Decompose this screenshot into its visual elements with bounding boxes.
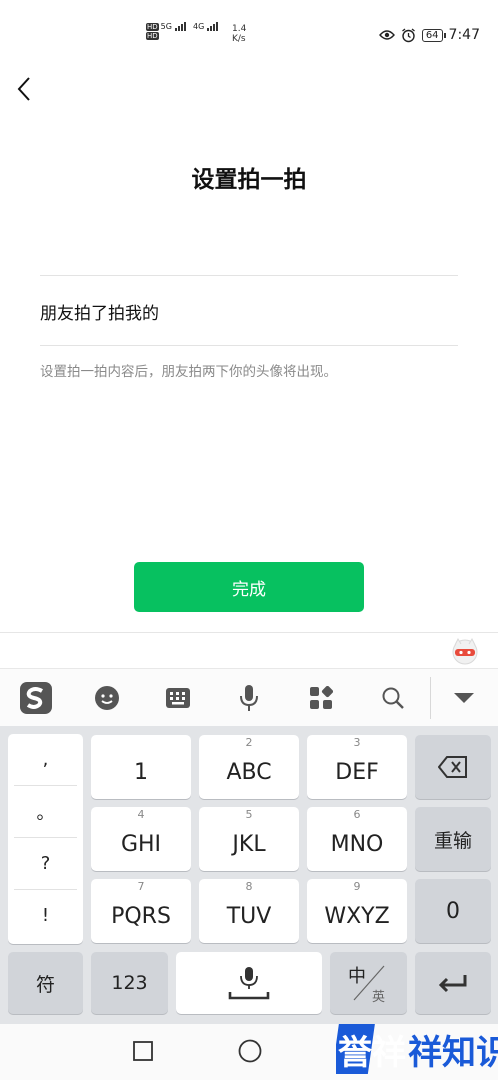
svg-text:祥知识: 祥知识: [408, 1033, 498, 1073]
key-label: PQRS: [111, 903, 171, 929]
zero-label: 0: [446, 898, 460, 924]
reenter-label: 重输: [433, 829, 472, 852]
hint-text: 设置拍一拍内容后，朋友拍两下你的头像将出现。: [40, 364, 337, 380]
key-7-pqrs[interactable]: 7 PQRS: [91, 879, 191, 943]
punct-key-comma[interactable]: ,: [8, 734, 83, 785]
key-label: ABC: [226, 759, 272, 785]
key-9-wxyz[interactable]: 9 WXYZ: [307, 879, 407, 943]
key-8-tuv[interactable]: 8 TUV: [199, 879, 299, 943]
input-bottom-divider: [40, 345, 458, 346]
number-switch-label: 123: [111, 972, 148, 994]
sogou-logo-icon: [20, 682, 52, 714]
key-num: 6: [353, 808, 361, 821]
square-nav-icon: [133, 1041, 153, 1061]
reenter-key[interactable]: 重输: [415, 807, 491, 871]
apps-button[interactable]: [296, 669, 346, 727]
key-num: 7: [137, 880, 145, 893]
number-switch-key[interactable]: 123: [91, 952, 168, 1014]
eye-icon: [378, 30, 395, 40]
keyboard-switch-button[interactable]: [153, 669, 203, 727]
symbol-key[interactable]: 符: [8, 952, 83, 1014]
punctuation-column: , 。 ? !: [8, 734, 83, 944]
key-5-jkl[interactable]: 5 JKL: [199, 807, 299, 871]
home-button[interactable]: [236, 1037, 264, 1065]
toolbar-divider: [430, 677, 431, 719]
key-num: 3: [353, 736, 361, 749]
collapse-keyboard-button[interactable]: [439, 669, 489, 727]
back-icon: [17, 77, 30, 101]
status-right: 64 7:47: [378, 27, 480, 43]
done-label: 完成: [232, 579, 266, 600]
key-6-mno[interactable]: 6 MNO: [307, 807, 407, 871]
search-button[interactable]: [368, 669, 418, 727]
key-label: JKL: [232, 831, 266, 857]
key-label: GHI: [120, 831, 162, 857]
key-0[interactable]: 0: [415, 879, 491, 943]
language-switch-key[interactable]: 中 英: [330, 952, 407, 1014]
punct-key-period[interactable]: 。: [8, 786, 83, 837]
keyboard: , 。 ? ! 1 2 ABC 3 DEF 4 GHI 5 JKL 6 MNO …: [0, 726, 498, 1024]
circle-nav-icon: [238, 1039, 262, 1063]
search-icon: [382, 687, 404, 709]
space-key[interactable]: [176, 952, 322, 1014]
sogou-logo-button[interactable]: [11, 669, 61, 727]
recent-apps-button[interactable]: [130, 1038, 156, 1064]
symbol-label: 符: [35, 973, 55, 996]
mic-icon: [240, 685, 258, 711]
network-speed: 1.4 K/s: [232, 24, 247, 44]
key-label: MNO: [330, 831, 384, 857]
keyboard-top-strip: [0, 632, 498, 669]
back-button[interactable]: [14, 74, 38, 104]
pat-text-input[interactable]: 朋友拍了拍我的: [40, 276, 458, 346]
key-2-abc[interactable]: 2 ABC: [199, 735, 299, 799]
watermark-logo: 誉祥 祥知识: [331, 1024, 498, 1074]
mascot-icon[interactable]: [450, 637, 480, 665]
battery-indicator: 64: [421, 28, 446, 42]
status-bar: HD 5G 4G HD 1.4 K/s 64 7:47: [0, 0, 498, 60]
punct-key-exclaim[interactable]: !: [8, 890, 83, 941]
key-label: TUV: [226, 903, 272, 929]
alarm-icon: [401, 27, 415, 42]
key-4-ghi[interactable]: 4 GHI: [91, 807, 191, 871]
space-mic-icon: [228, 967, 270, 1000]
key-label: 1: [134, 759, 148, 785]
enter-key[interactable]: [415, 952, 491, 1014]
key-num: 9: [353, 880, 361, 893]
emoji-button[interactable]: [82, 669, 132, 727]
enter-icon: [438, 975, 467, 993]
key-num: 2: [245, 736, 253, 749]
emoji-icon: [95, 686, 119, 710]
done-button[interactable]: 完成: [134, 562, 364, 612]
clock: 7:47: [448, 27, 480, 43]
svg-text:誉祥: 誉祥: [338, 1033, 406, 1073]
grid-icon: [310, 686, 333, 709]
backspace-icon: [438, 756, 467, 778]
voice-button[interactable]: [224, 669, 274, 727]
key-num: 8: [245, 880, 253, 893]
key-3-def[interactable]: 3 DEF: [307, 735, 407, 799]
input-value: 朋友拍了拍我的: [40, 303, 159, 324]
keyboard-toolbar: [0, 668, 498, 727]
key-num: 4: [137, 808, 145, 821]
watermark: 誉祥 祥知识: [331, 1016, 498, 1080]
lang-slash-icon: [353, 965, 385, 1001]
lang-en-label: 英: [372, 990, 386, 1005]
page-title: 设置拍一拍: [191, 167, 307, 193]
key-1[interactable]: 1: [91, 735, 191, 799]
key-num: 5: [245, 808, 253, 821]
key-label: WXYZ: [324, 903, 390, 929]
network-indicator: HD 5G 4G HD: [146, 22, 219, 40]
key-label: DEF: [335, 759, 379, 785]
punct-key-question[interactable]: ?: [8, 838, 83, 889]
keyboard-icon: [166, 688, 190, 708]
collapse-icon: [454, 693, 474, 703]
backspace-key[interactable]: [415, 735, 491, 799]
